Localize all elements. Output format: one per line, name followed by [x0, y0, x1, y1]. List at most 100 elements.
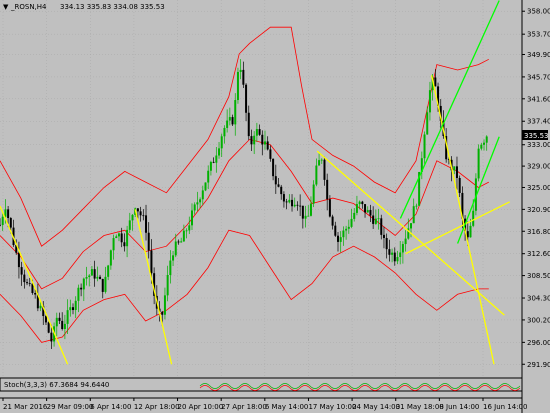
candle-body — [128, 220, 131, 230]
candle-body — [228, 117, 231, 121]
y-tick-label: 329.00 — [527, 163, 550, 171]
candle-body — [485, 136, 488, 143]
candle-body — [174, 241, 177, 256]
candle-body — [150, 250, 153, 274]
candle-body — [131, 214, 134, 221]
candle-body — [293, 204, 296, 207]
candle-body — [415, 205, 418, 207]
candle-body — [483, 142, 486, 145]
candle-body — [469, 225, 472, 238]
current-price-label: 335.53 — [524, 132, 549, 140]
candle-body — [385, 238, 388, 250]
candle-body — [328, 199, 331, 217]
candle-body — [480, 144, 483, 149]
candle-body — [185, 230, 188, 232]
candle-body — [182, 230, 185, 242]
x-tick-label: 27 Apr 18:00 — [221, 403, 267, 411]
ohlc-readout: 334.13 335.83 334.08 335.53 — [60, 3, 165, 11]
candle-body — [218, 148, 221, 156]
stochastic-panel[interactable]: Stoch(3,3,3) 67.3684 94.6440 — [0, 377, 523, 392]
candle-body — [61, 320, 64, 329]
candle-body — [120, 233, 123, 243]
x-tick-label: 6 Apr 14:00 — [90, 403, 131, 411]
candle-body — [193, 204, 196, 211]
candle-body — [423, 134, 426, 159]
y-tick-label: 291.90 — [527, 361, 550, 369]
candle-body — [161, 311, 164, 315]
candle-body — [388, 249, 391, 255]
candle-body — [426, 112, 429, 135]
candle-body — [339, 237, 342, 242]
candle-body — [145, 215, 148, 233]
candle-body — [277, 184, 280, 187]
candle-body — [361, 201, 364, 205]
y-tick-label: 296.00 — [527, 339, 550, 347]
x-tick-label: 17 May 10:00 — [308, 403, 356, 411]
candle-body — [242, 69, 245, 85]
candle-body — [434, 77, 437, 87]
candle-body — [304, 215, 307, 219]
candle-body — [166, 274, 169, 296]
candle-body — [39, 305, 42, 309]
candle-body — [115, 236, 118, 239]
candle-body — [147, 232, 150, 251]
candle-body — [337, 235, 339, 242]
corner-arrow-icon[interactable]: ▼ — [3, 3, 9, 11]
candle-body — [358, 201, 361, 205]
candle-body — [320, 159, 323, 161]
candle-body — [112, 238, 115, 251]
x-tick-label: 16 Jun 14:00 — [483, 403, 527, 411]
candle-body — [288, 199, 291, 203]
candle-body — [63, 323, 66, 329]
candle-body — [380, 218, 383, 235]
candle-body — [231, 117, 234, 125]
price-chart[interactable]: 358.00 353.70 349.90 345.70 341.60 337.40 333.… — [0, 0, 550, 413]
candle-body — [312, 184, 315, 204]
candle-body — [117, 233, 120, 237]
candle-body — [172, 255, 175, 261]
candle-body — [282, 194, 285, 202]
candle-body — [404, 238, 407, 245]
candle-body — [82, 278, 85, 290]
candle-body — [307, 215, 310, 217]
candle-body — [99, 276, 102, 279]
chart-background — [0, 0, 550, 413]
y-tick-label: 333.00 — [527, 141, 550, 149]
candle-body — [1, 216, 4, 225]
candle-body — [353, 212, 356, 219]
candle-body — [93, 269, 96, 279]
candle-body — [77, 287, 80, 301]
candle-body — [47, 322, 50, 333]
candle-body — [326, 179, 329, 200]
candle-body — [90, 269, 93, 276]
candle-body — [234, 100, 237, 125]
candle-body — [250, 136, 253, 145]
candle-body — [374, 218, 377, 224]
candle-body — [369, 210, 372, 216]
candle-body — [301, 205, 304, 219]
candle-body — [177, 241, 180, 243]
candle-body — [88, 275, 91, 278]
x-tick-label: 12 Apr 18:00 — [134, 403, 180, 411]
candle-body — [215, 155, 218, 163]
candle-body — [212, 161, 215, 163]
candle-body — [236, 71, 239, 101]
candle-body — [58, 317, 61, 321]
candle-body — [199, 199, 202, 203]
candle-body — [391, 252, 394, 255]
candle-body — [209, 161, 212, 171]
candle-body — [44, 316, 47, 323]
candle-body — [318, 160, 321, 166]
candle-body — [364, 204, 367, 213]
candle-body — [266, 141, 269, 150]
chart-window[interactable]: 358.00 353.70 349.90 345.70 341.60 337.40 333.… — [0, 0, 550, 413]
candle-body — [299, 205, 302, 207]
candle-body — [26, 282, 29, 284]
candle-body — [163, 295, 166, 315]
candle-body — [136, 208, 139, 212]
candle-body — [263, 141, 266, 145]
candle-body — [126, 229, 129, 247]
candle-body — [245, 84, 248, 113]
candle-body — [223, 127, 226, 137]
candle-body — [399, 252, 402, 258]
